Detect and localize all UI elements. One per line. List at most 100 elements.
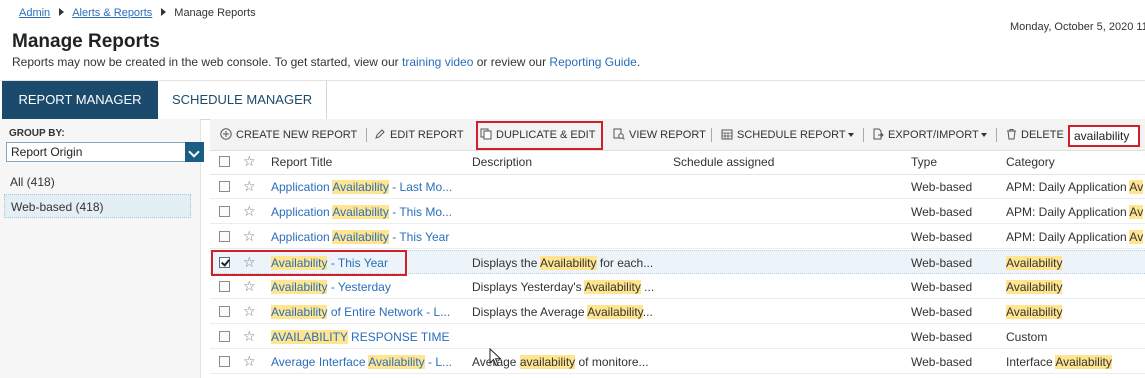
select-all-checkbox[interactable]	[219, 156, 230, 167]
report-type: Web-based	[911, 305, 973, 319]
description-text: Displays the Average	[472, 305, 588, 319]
selected-row-annotation-box	[211, 250, 407, 276]
table-row[interactable]: ☆ Average Interface Availability - L... …	[210, 350, 1145, 374]
column-header-title[interactable]: Report Title	[271, 155, 332, 169]
report-description: Displays Yesterday's Availability ...	[472, 280, 668, 294]
export-icon	[873, 128, 884, 140]
plus-circle-icon	[220, 128, 232, 140]
favorite-star-icon: ☆	[243, 153, 256, 169]
group-by-sidebar: GROUP BY: Report Origin All (418) Web-ba…	[0, 119, 204, 378]
schedule-report-button[interactable]: SCHEDULE REPORT	[721, 128, 854, 141]
title-text: - Yesterday	[327, 280, 391, 294]
title-text: Application	[271, 230, 333, 244]
description-text: of monitore...	[575, 355, 649, 369]
table-row[interactable]: ☆ Application Availability - Last Mo... …	[210, 175, 1145, 199]
row-checkbox[interactable]	[219, 281, 230, 292]
report-toolbar: CREATE NEW REPORT EDIT REPORT DUPLICATE …	[210, 119, 1145, 151]
title-highlight: Availability	[332, 205, 389, 219]
edit-report-label: EDIT REPORT	[390, 129, 464, 141]
report-category: Availability	[1006, 305, 1145, 319]
view-report-icon	[613, 128, 625, 140]
group-item-web-based[interactable]: Web-based (418)	[4, 194, 191, 218]
favorite-star-icon[interactable]: ☆	[243, 203, 256, 219]
breadcrumb: Admin Alerts & Reports Manage Reports	[19, 7, 256, 19]
breadcrumb-admin-link[interactable]: Admin	[19, 7, 50, 19]
view-report-label: VIEW REPORT	[629, 129, 706, 141]
breadcrumb-alerts-reports-link[interactable]: Alerts & Reports	[72, 7, 152, 19]
category-text: APM: Daily Application	[1006, 180, 1130, 194]
report-title-link[interactable]: AVAILABILITY RESPONSE TIME	[271, 330, 471, 344]
category-highlight: Availability	[1006, 256, 1063, 270]
column-header-schedule[interactable]: Schedule assigned	[673, 155, 774, 169]
table-row[interactable]: ☆ Application Availability - This Year W…	[210, 225, 1145, 249]
toolbar-divider	[711, 128, 712, 142]
create-new-report-button[interactable]: CREATE NEW REPORT	[220, 128, 357, 141]
view-report-button[interactable]: VIEW REPORT	[613, 128, 706, 141]
report-type: Web-based	[911, 330, 973, 344]
description-text: Displays the	[472, 256, 541, 270]
tab-report-manager[interactable]: REPORT MANAGER	[2, 81, 158, 119]
description-highlight: Availability	[540, 256, 597, 270]
table-row[interactable]: ☆ Availability of Entire Network - L... …	[210, 300, 1145, 324]
training-video-link[interactable]: training video	[402, 55, 473, 69]
favorite-star-icon[interactable]: ☆	[243, 328, 256, 344]
report-title-link[interactable]: Average Interface Availability - L...	[271, 355, 471, 369]
title-text: Application	[271, 205, 333, 219]
report-type: Web-based	[911, 256, 973, 270]
title-highlight: Availability	[332, 230, 389, 244]
favorite-star-icon[interactable]: ☆	[243, 278, 256, 294]
description-text: Displays Yesterday's	[472, 280, 585, 294]
favorite-star-icon[interactable]: ☆	[243, 178, 256, 194]
title-highlight: Availability	[271, 280, 328, 294]
report-title-link[interactable]: Availability of Entire Network - L...	[271, 305, 471, 319]
pencil-icon	[375, 129, 385, 139]
trash-icon	[1007, 129, 1016, 140]
row-checkbox[interactable]	[219, 356, 230, 367]
current-datetime: Monday, October 5, 2020 11	[1010, 21, 1145, 33]
group-by-select[interactable]: Report Origin	[6, 142, 204, 162]
category-highlight: Av	[1129, 180, 1144, 194]
favorite-star-icon[interactable]: ☆	[243, 303, 256, 319]
title-text: - L...	[424, 355, 453, 369]
group-item-all[interactable]: All (418)	[4, 170, 191, 194]
title-text: RESPONSE TIME	[347, 330, 450, 344]
table-row[interactable]: ☆ Availability - Yesterday Displays Yest…	[210, 275, 1145, 299]
category-highlight: Availability	[1055, 355, 1112, 369]
report-category: APM: Daily Application Av	[1006, 180, 1145, 194]
toolbar-divider	[366, 128, 367, 142]
row-checkbox[interactable]	[219, 331, 230, 342]
report-title-link[interactable]: Application Availability - Last Mo...	[271, 180, 471, 194]
title-text: - This Year	[388, 230, 450, 244]
row-checkbox[interactable]	[219, 181, 230, 192]
report-title-link[interactable]: Availability - Yesterday	[271, 280, 471, 294]
description-text: ...	[642, 305, 653, 319]
column-header-category[interactable]: Category	[1006, 155, 1055, 169]
chevron-down-icon[interactable]	[185, 142, 204, 162]
mouse-cursor-icon	[489, 348, 502, 367]
title-highlight: Availability	[368, 355, 425, 369]
reporting-guide-link[interactable]: Reporting Guide	[549, 55, 636, 69]
report-title-link[interactable]: Application Availability - This Mo...	[271, 205, 471, 219]
subtitle-text: Reports may now be created in the web co…	[12, 55, 402, 69]
search-input[interactable]: availability	[1068, 125, 1140, 147]
column-header-type[interactable]: Type	[911, 155, 937, 169]
edit-report-button[interactable]: EDIT REPORT	[374, 128, 464, 141]
favorite-star-icon[interactable]: ☆	[243, 228, 256, 244]
table-row[interactable]: ☆ AVAILABILITY RESPONSE TIME Web-based C…	[210, 325, 1145, 349]
report-category: Availability	[1006, 256, 1145, 270]
dropdown-caret-icon	[847, 133, 854, 137]
column-header-description[interactable]: Description	[472, 155, 532, 169]
tab-schedule-manager[interactable]: SCHEDULE MANAGER	[158, 81, 328, 119]
report-title-link[interactable]: Application Availability - This Year	[271, 230, 471, 244]
export-import-button[interactable]: EXPORT/IMPORT	[872, 128, 987, 141]
description-highlight: Availability	[587, 305, 643, 319]
title-highlight: Availability	[271, 305, 328, 319]
row-checkbox[interactable]	[219, 231, 230, 242]
report-category: Custom	[1006, 330, 1145, 344]
favorite-star-icon[interactable]: ☆	[243, 353, 256, 369]
toolbar-divider	[863, 128, 864, 142]
row-checkbox[interactable]	[219, 206, 230, 217]
table-row[interactable]: ☆ Application Availability - This Mo... …	[210, 200, 1145, 224]
row-checkbox[interactable]	[219, 306, 230, 317]
delete-button[interactable]: DELETE	[1006, 128, 1064, 141]
